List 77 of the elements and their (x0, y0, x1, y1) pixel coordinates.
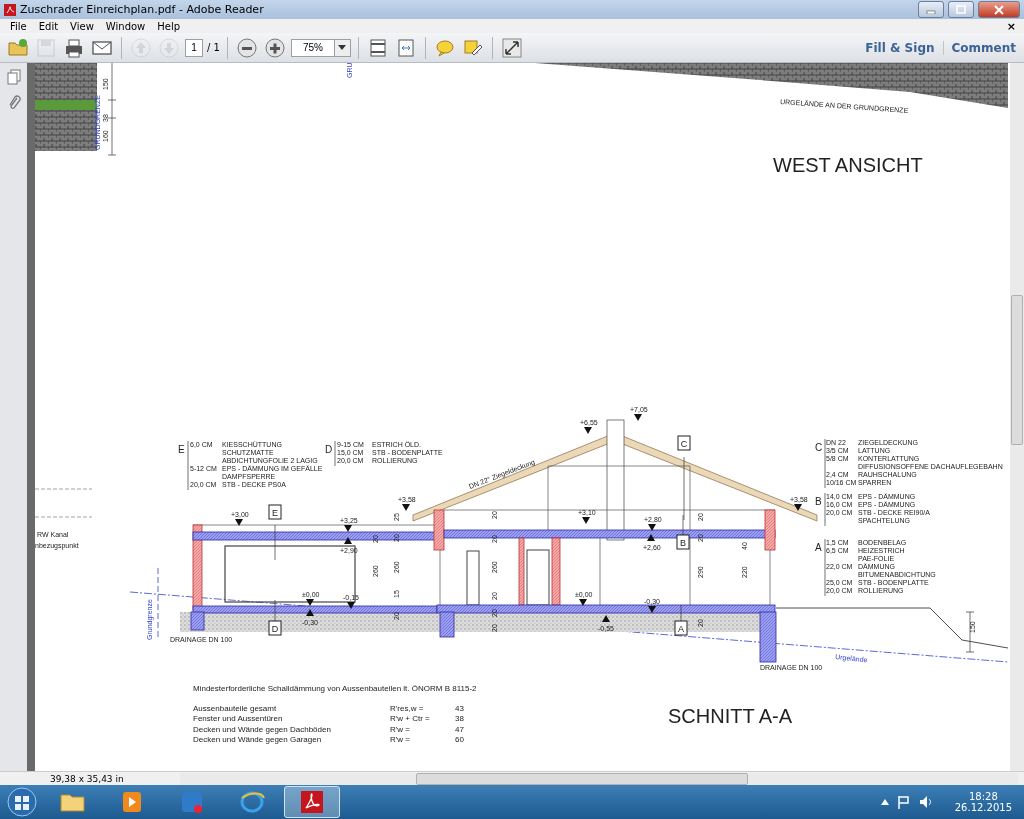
zoom-out-icon (235, 36, 258, 59)
level-marker-icon (306, 609, 314, 616)
level-marker-icon (579, 599, 587, 606)
table-cell: 43 (455, 704, 464, 713)
level-marker-icon (402, 504, 410, 511)
table-cell: R'w = (390, 724, 410, 734)
table-cell: Fenster und Aussentüren (193, 714, 283, 724)
level-marker-icon (648, 524, 656, 531)
legend-letter: E (178, 444, 185, 455)
clock-date: 26.12.2015 (954, 802, 1012, 813)
menu-item[interactable]: View (64, 20, 100, 32)
legend-letter: A (815, 542, 822, 553)
pages-icon[interactable] (6, 69, 21, 85)
maximize-button[interactable] (948, 1, 974, 18)
level-marker-icon (235, 519, 243, 526)
table-cell: R'w + Ctr = (390, 714, 430, 724)
zoom-combo-box[interactable]: 75% (290, 38, 351, 57)
legend-letter: D (325, 444, 333, 455)
level-marker-icon (344, 537, 352, 544)
table-cell: 38 (455, 714, 464, 724)
close-icon (994, 4, 1004, 15)
zoom-in-icon (263, 36, 286, 59)
pane-link[interactable]: Comment (942, 40, 1024, 55)
table-title: Mindesterforderliche Schalldämmung von Aussenbauteilen lt. ÖNORM B 8115-2 (193, 684, 477, 693)
save-icon (35, 36, 57, 59)
close-button[interactable] (978, 1, 1020, 18)
level-marker-icon (584, 427, 592, 434)
show-hidden-icon[interactable] (880, 799, 889, 805)
level-marker-icon (634, 414, 642, 421)
flag-icon[interactable] (896, 795, 911, 809)
level-marker-icon (347, 602, 355, 609)
level-marker-icon (794, 504, 802, 511)
taskbar-app-button[interactable] (284, 786, 340, 818)
table-cell: 47 (455, 724, 464, 734)
caret-icon (338, 45, 347, 50)
page-number-field[interactable]: 1 (185, 38, 203, 57)
level-marker-icon (582, 517, 590, 524)
speaker-icon[interactable] (918, 795, 933, 809)
legend-letter: C (815, 442, 823, 453)
section-label: B (676, 534, 690, 550)
table-cell: Decken und Wände gegen Dachböden (193, 724, 331, 734)
table-cell: 60 (455, 734, 464, 744)
menu-item[interactable]: Window (99, 20, 152, 32)
menu-item[interactable]: Edit (32, 20, 65, 32)
table-cell: R'res,w = (390, 704, 424, 713)
pdf-app-icon (4, 3, 16, 16)
full-screen-button[interactable] (499, 35, 524, 60)
section-label: D (268, 620, 282, 636)
table-cell: R'w = (390, 734, 410, 744)
pdf-reader-icon (298, 788, 326, 816)
start-button[interactable] (4, 786, 40, 818)
open-folder-icon (7, 36, 29, 59)
page-count: / 1 (207, 42, 220, 53)
menu-item[interactable]: Help (151, 20, 187, 32)
zoom-out-button[interactable] (234, 35, 259, 60)
minimize-button[interactable] (918, 1, 944, 18)
maximize-icon (956, 5, 966, 14)
level-marker-icon (647, 534, 655, 541)
section-label: C (677, 435, 691, 451)
close-document-button[interactable]: × (1006, 19, 1016, 33)
page-size-label: 39,38 x 35,43 in (49, 773, 125, 784)
scrollbar-thumb[interactable] (1011, 295, 1023, 445)
zoom-in-button[interactable] (262, 35, 287, 60)
view-title: SCHNITT A-A (668, 705, 793, 727)
window-title: Zuschrader Einreichplan.pdf - Adobe Reader (20, 3, 265, 16)
table-cell: Aussenbauteile gesamt (193, 704, 277, 713)
view-title: WEST ANSICHT (773, 154, 923, 176)
table-cell: Decken und Wände gegen Garagen (193, 734, 322, 744)
section-label: A (674, 620, 688, 636)
legend-letter: B (815, 496, 822, 507)
pane-link[interactable]: Fill & Sign (857, 40, 943, 55)
clock-time: 18:28 (968, 791, 998, 802)
full-screen-icon (500, 36, 523, 59)
section-label: E (268, 504, 282, 520)
print-icon (63, 36, 85, 59)
menu-item[interactable]: File (4, 20, 33, 32)
scrollbar-thumb[interactable] (416, 772, 748, 785)
